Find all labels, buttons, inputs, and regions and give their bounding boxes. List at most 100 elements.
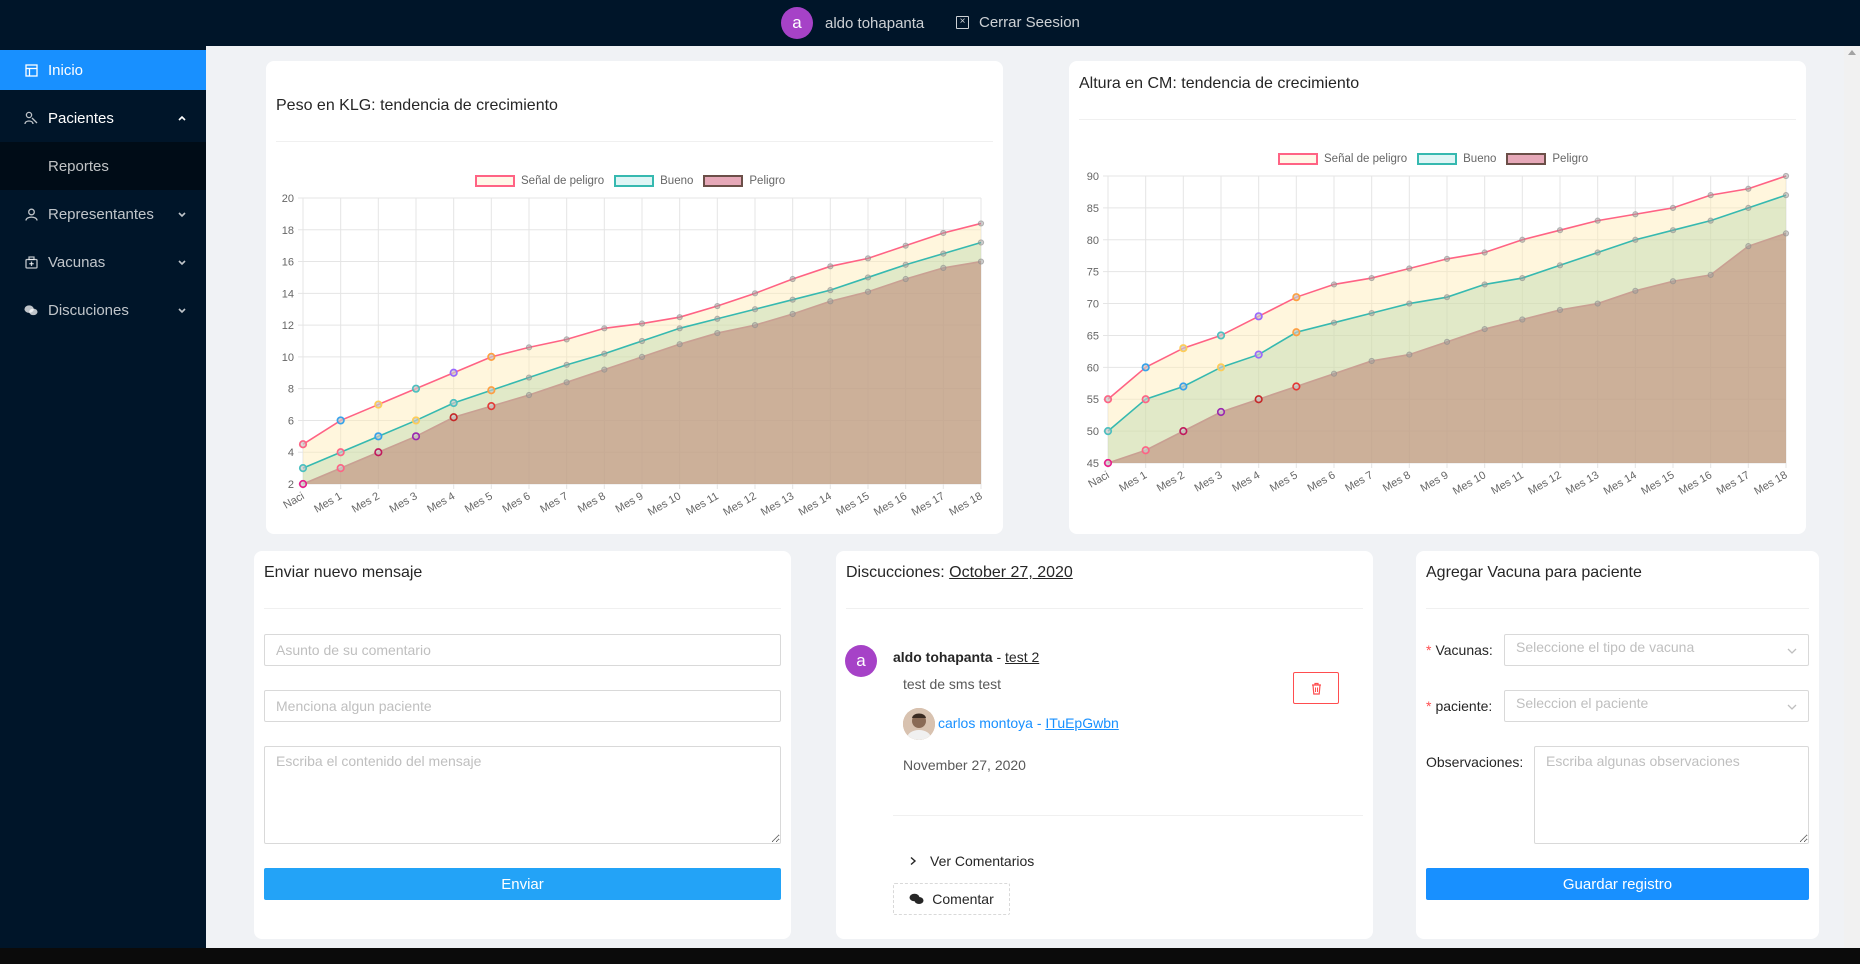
data-point [1632, 236, 1639, 243]
highlight-point [449, 398, 458, 408]
x-tick-label: Mes 13 [1564, 469, 1601, 497]
view-comments-toggle[interactable]: Ver Comentarios [908, 853, 1034, 869]
notes-textarea[interactable] [1534, 746, 1809, 844]
comment-button[interactable]: Comentar [893, 883, 1010, 915]
chat-icon [24, 303, 38, 317]
data-point [1406, 351, 1413, 358]
data-point [1481, 281, 1488, 288]
data-point [1632, 287, 1639, 294]
data-point [864, 274, 872, 281]
x-tick-label: Naci [1086, 469, 1111, 490]
highlight-point [1103, 395, 1113, 404]
required-mark: * [1426, 698, 1432, 714]
mention-line: carlos montoya - ITuEpGwbn [938, 715, 1119, 731]
sidebar-item-vacunas[interactable]: Vacunas [0, 242, 206, 282]
data-point [1594, 217, 1601, 224]
patients-icon [24, 111, 38, 125]
x-tick-label: Mes 16 [1677, 469, 1714, 497]
data-point [751, 306, 759, 313]
user-name[interactable]: aldo tohapanta [825, 15, 924, 32]
medkit-icon [24, 255, 38, 269]
user-icon [24, 207, 38, 221]
vaccine-type-select[interactable]: Seleccione el tipo de vacuna [1504, 634, 1809, 666]
highlight-point [336, 416, 345, 425]
highlight-point [336, 464, 345, 473]
sidebar-item-representantes[interactable]: Representantes [0, 194, 206, 234]
highlight-point [1103, 427, 1113, 436]
sidebar-item-inicio[interactable]: Inicio [0, 50, 206, 90]
post-subject-link[interactable]: test 2 [1005, 649, 1039, 665]
data-point [1368, 357, 1375, 365]
highlight-point [374, 432, 383, 441]
highlight-point [1216, 331, 1226, 340]
subject-input[interactable] [264, 634, 781, 666]
highlight-point [336, 448, 345, 457]
scroll-up-arrow-icon[interactable] [1848, 50, 1856, 55]
post-author[interactable]: aldo tohapanta [893, 649, 993, 665]
patient-mention-input[interactable] [264, 690, 781, 722]
x-tick-label: Mes 11 [684, 490, 721, 518]
message-content-textarea[interactable] [264, 746, 781, 844]
y-tick-label: 45 [1087, 458, 1099, 470]
vertical-scrollbar[interactable] [1844, 46, 1860, 948]
weight-chart-card: Peso en KLG: tendencia de crecimiento Se… [266, 61, 1003, 534]
user-menu[interactable]: a aldo tohapanta [781, 7, 924, 39]
y-tick-label: 65 [1087, 330, 1099, 342]
vaccine-select-placeholder: Seleccione el tipo de vacuna [1516, 639, 1695, 655]
divider [1426, 608, 1809, 609]
highlight-point [487, 402, 496, 411]
home-icon [24, 63, 38, 77]
vaccine-form-card: Agregar Vacuna para paciente * Vacunas: S… [1416, 551, 1819, 939]
user-avatar[interactable]: a [781, 7, 813, 39]
mention-avatar[interactable] [903, 708, 935, 740]
x-tick-label: Mes 10 [646, 490, 683, 518]
vaccine-label: * Vacunas: [1426, 642, 1493, 658]
data-point [977, 239, 985, 246]
data-point [1632, 211, 1639, 218]
data-point [1556, 262, 1564, 269]
x-tick-label: Mes 14 [1602, 469, 1639, 497]
x-tick-label: Mes 18 [1752, 469, 1789, 497]
y-tick-label: 14 [282, 288, 294, 300]
x-tick-label: Mes 7 [538, 490, 570, 515]
x-tick-label: Mes 12 [1526, 469, 1563, 497]
discussions-date-link[interactable]: October 27, 2020 [949, 564, 1073, 581]
sidebar-item-pacientes[interactable]: Pacientes [0, 98, 206, 138]
x-tick-label: Mes 9 [1419, 469, 1451, 494]
data-point [1707, 271, 1714, 278]
data-point [789, 296, 796, 303]
sidebar-item-reportes[interactable]: Reportes [0, 142, 206, 190]
data-point [940, 250, 947, 257]
data-point [827, 263, 834, 270]
x-tick-label: Mes 5 [1268, 469, 1300, 494]
close-square-icon: × [956, 16, 969, 29]
data-point [1556, 306, 1564, 314]
view-comments-label: Ver Comentarios [930, 853, 1035, 869]
highlight-point [1292, 328, 1301, 337]
x-tick-label: Mes 3 [388, 490, 420, 515]
delete-icon [1311, 682, 1321, 695]
x-tick-label: Mes 16 [872, 490, 909, 518]
patient-select[interactable]: Seleccion el paciente [1504, 690, 1809, 722]
highlight-point [487, 352, 496, 361]
chevron-down-icon [1787, 704, 1797, 710]
discussions-title-prefix: Discucciones: [846, 564, 950, 581]
chevron-down-icon [178, 260, 186, 266]
mention-name[interactable]: carlos montoya [938, 715, 1033, 731]
data-point [751, 290, 759, 297]
x-tick-label: Mes 17 [1715, 469, 1752, 497]
label-colon: : [1519, 754, 1524, 770]
save-record-button[interactable]: Guardar registro [1426, 868, 1809, 900]
y-tick-label: 4 [288, 447, 294, 459]
delete-post-button[interactable] [1293, 672, 1339, 704]
mention-code-link[interactable]: ITuEpGwbn [1045, 715, 1118, 731]
y-tick-label: 75 [1087, 267, 1099, 279]
send-button[interactable]: Enviar [264, 868, 781, 900]
post-author-avatar[interactable]: a [845, 645, 877, 677]
data-point [1406, 265, 1413, 272]
divider [893, 815, 1363, 816]
top-header: a aldo tohapanta × Cerrar Seesion [0, 0, 1860, 46]
weight-chart-svg: 2 4 6 8 10 12 14 16 18 20 Naci Mes 1 Mes 2 Mes 3 Mes 4… [281, 193, 985, 519]
logout-button[interactable]: × Cerrar Seesion [956, 14, 1080, 31]
sidebar-item-discuciones[interactable]: Discuciones [0, 290, 206, 330]
